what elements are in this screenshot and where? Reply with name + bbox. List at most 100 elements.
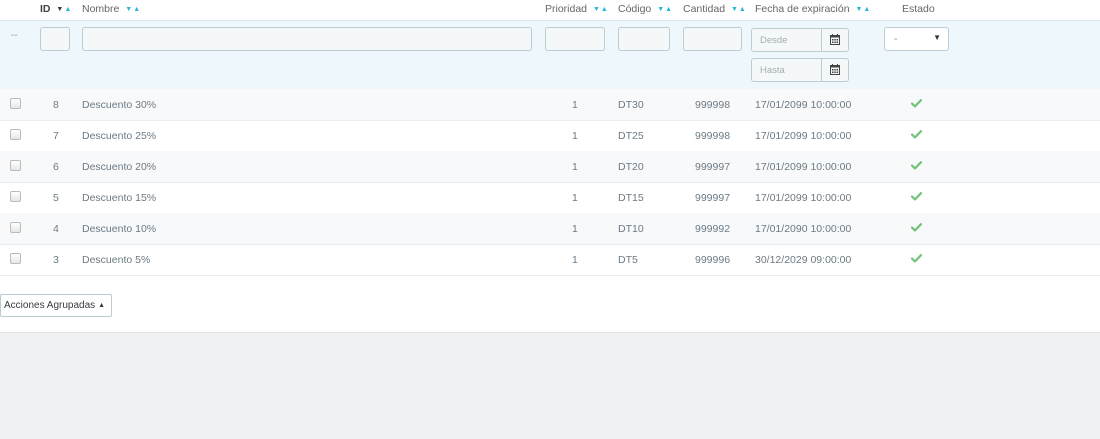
cell-code: DT30	[618, 99, 644, 111]
cell-code: DT5	[618, 254, 638, 266]
row-checkbox[interactable]	[10, 253, 21, 264]
sort-desc-icon[interactable]: ▼	[125, 6, 132, 13]
sort-icons[interactable]: ▼▲	[125, 6, 140, 13]
sort-asc-icon[interactable]: ▲	[64, 6, 71, 13]
cell-id: 8	[53, 99, 59, 111]
check-icon[interactable]	[910, 254, 923, 266]
sort-asc-icon[interactable]: ▲	[739, 6, 746, 13]
cell-priority: 1	[572, 254, 578, 266]
cell-priority: 1	[572, 223, 578, 235]
cell-expiry: 17/01/2099 10:00:00	[755, 99, 852, 111]
cell-priority: 1	[572, 130, 578, 142]
column-header-expiry[interactable]: Fecha de expiración ▼▲	[755, 3, 870, 15]
bulk-actions-button[interactable]: Acciones Agrupadas ▲	[0, 294, 113, 317]
sort-icons[interactable]: ▼▲	[657, 6, 672, 13]
sort-asc-icon[interactable]: ▲	[601, 6, 608, 13]
sort-icons[interactable]: ▼▲	[855, 6, 870, 13]
cell-code: DT20	[618, 161, 644, 173]
cell-priority: 1	[572, 99, 578, 111]
cell-quantity: 999997	[695, 192, 731, 204]
row-checkbox[interactable]	[10, 222, 21, 233]
sort-asc-icon[interactable]: ▲	[665, 6, 672, 13]
calendar-icon	[830, 34, 840, 45]
cell-name: Descuento 5%	[82, 254, 151, 266]
date-to-placeholder: Hasta	[760, 65, 785, 76]
cell-name: Descuento 20%	[82, 161, 157, 173]
row-checkbox[interactable]	[10, 129, 21, 140]
filter-date-from[interactable]: Desde	[751, 28, 849, 52]
cell-name: Descuento 10%	[82, 223, 157, 235]
cell-quantity: 999992	[695, 223, 731, 235]
date-from-calendar-button[interactable]	[821, 29, 848, 51]
cell-priority: 1	[572, 192, 578, 204]
cell-quantity: 999996	[695, 254, 731, 266]
column-header-code[interactable]: Código ▼▲	[618, 3, 672, 15]
sort-desc-icon[interactable]: ▼	[855, 6, 862, 13]
cell-expiry: 17/01/2099 10:00:00	[755, 130, 852, 142]
check-icon[interactable]	[910, 223, 923, 235]
filter-code-input[interactable]	[618, 27, 670, 51]
cell-expiry: 17/01/2099 10:00:00	[755, 192, 852, 204]
caret-up-icon: ▲	[98, 302, 106, 309]
cell-code: DT25	[618, 130, 644, 142]
status-select-value: -	[894, 33, 898, 45]
sort-icons[interactable]: ▼▲	[56, 6, 71, 13]
cart-rules-table-panel: ID ▼▲ Nombre ▼▲ Prioridad ▼▲ Código ▼▲ C…	[0, 0, 1100, 333]
cell-expiry: 17/01/2099 10:00:00	[755, 161, 852, 173]
check-icon[interactable]	[910, 130, 923, 142]
cell-id: 4	[53, 223, 59, 235]
cell-quantity: 999997	[695, 161, 731, 173]
cell-name: Descuento 25%	[82, 130, 157, 142]
calendar-icon	[830, 64, 840, 75]
cell-id: 7	[53, 130, 59, 142]
filter-name-input[interactable]	[82, 27, 532, 51]
sort-desc-icon[interactable]: ▼	[593, 6, 600, 13]
filter-date-to[interactable]: Hasta	[751, 58, 849, 82]
table-row[interactable]: 5 Descuento 15% 1 DT15 999997 17/01/2099 10:0…	[0, 182, 1100, 214]
table-row[interactable]: 7 Descuento 25% 1 DT25 999998 17/01/2099 10:0…	[0, 120, 1100, 152]
sort-asc-icon[interactable]: ▲	[863, 6, 870, 13]
sort-icons[interactable]: ▼▲	[593, 6, 608, 13]
cell-quantity: 999998	[695, 130, 731, 142]
chevron-down-icon: ▼	[933, 33, 941, 42]
cell-quantity: 999998	[695, 99, 731, 111]
cell-priority: 1	[572, 161, 578, 173]
cell-id: 6	[53, 161, 59, 173]
cell-id: 3	[53, 254, 59, 266]
table-row[interactable]: 8 Descuento 30% 1 DT30 999998 17/01/2099 10:0…	[0, 89, 1100, 121]
filter-priority-input[interactable]	[545, 27, 605, 51]
row-checkbox[interactable]	[10, 160, 21, 171]
cell-code: DT10	[618, 223, 644, 235]
column-header-id[interactable]: ID ▼▲	[40, 3, 71, 15]
column-header-priority[interactable]: Prioridad ▼▲	[545, 3, 608, 15]
column-header-quantity[interactable]: Cantidad ▼▲	[683, 3, 746, 15]
row-checkbox[interactable]	[10, 98, 21, 109]
filter-quantity-input[interactable]	[683, 27, 742, 51]
sort-icons[interactable]: ▼▲	[731, 6, 746, 13]
table-header: ID ▼▲ Nombre ▼▲ Prioridad ▼▲ Código ▼▲ C…	[0, 0, 1100, 20]
date-from-placeholder: Desde	[760, 35, 788, 46]
cell-name: Descuento 15%	[82, 192, 157, 204]
cell-id: 5	[53, 192, 59, 204]
filter-status-select[interactable]: - ▼	[884, 27, 949, 51]
cell-expiry: 17/01/2090 10:00:00	[755, 223, 852, 235]
row-checkbox[interactable]	[10, 191, 21, 202]
sort-desc-icon[interactable]: ▼	[731, 6, 738, 13]
cell-code: DT15	[618, 192, 644, 204]
cell-name: Descuento 30%	[82, 99, 157, 111]
table-row[interactable]: 6 Descuento 20% 1 DT20 999997 17/01/2099 10:0…	[0, 151, 1100, 183]
check-icon[interactable]	[910, 161, 923, 173]
sort-desc-icon[interactable]: ▼	[56, 6, 63, 13]
check-icon[interactable]	[910, 99, 923, 111]
sort-desc-icon[interactable]: ▼	[657, 6, 664, 13]
column-header-name[interactable]: Nombre ▼▲	[82, 3, 140, 15]
filter-id-input[interactable]	[40, 27, 70, 51]
table-row[interactable]: 3 Descuento 5% 1 DT5 999996 30/12/2029 09:00:…	[0, 244, 1100, 276]
sort-asc-icon[interactable]: ▲	[133, 6, 140, 13]
check-icon[interactable]	[910, 192, 923, 204]
column-header-status: Estado	[902, 3, 935, 15]
date-to-calendar-button[interactable]	[821, 59, 848, 81]
filter-placeholder-dash: --	[11, 30, 18, 41]
table-row[interactable]: 4 Descuento 10% 1 DT10 999992 17/01/2090 10:0…	[0, 213, 1100, 245]
cell-expiry: 30/12/2029 09:00:00	[755, 254, 852, 266]
